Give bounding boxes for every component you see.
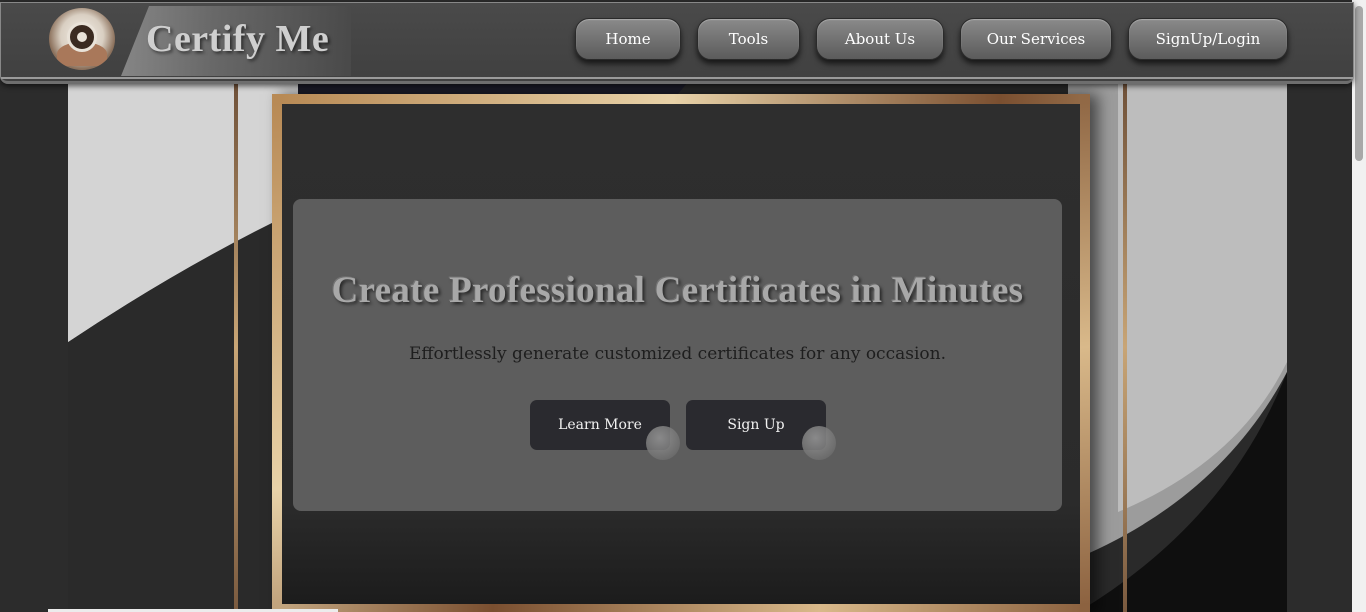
vertical-scrollbar[interactable] (1352, 0, 1366, 612)
nav-about-us-label: About Us (844, 30, 916, 48)
nav-about-us-button[interactable]: About Us (816, 18, 944, 60)
hero-panel: Create Professional Certificates in Minu… (293, 199, 1062, 511)
gold-stripe-right (1123, 82, 1127, 612)
certificate-seal-logo-icon (49, 8, 115, 70)
logo[interactable] (49, 8, 117, 72)
nav-our-services-button[interactable]: Our Services (960, 18, 1112, 60)
nav-home-label: Home (605, 30, 651, 48)
scrollbar-thumb[interactable] (1355, 6, 1363, 161)
navbar: Certify Me Home Tools About Us Our Servi… (0, 2, 1354, 84)
nav-our-services-label: Our Services (986, 30, 1086, 48)
sign-up-label: Sign Up (727, 417, 785, 433)
nav-home-button[interactable]: Home (575, 18, 681, 60)
nav-tools-label: Tools (728, 30, 769, 48)
bubble-decoration (646, 426, 680, 460)
nav-signup-login-label: SignUp/Login (1155, 30, 1261, 48)
gold-stripe-left (234, 82, 238, 612)
bubble-decoration (802, 426, 836, 460)
nav-signup-login-button[interactable]: SignUp/Login (1128, 18, 1288, 60)
sign-up-button[interactable]: Sign Up (686, 400, 836, 460)
hero-subtitle: Effortlessly generate customized certifi… (408, 344, 946, 364)
nav-tools-button[interactable]: Tools (697, 18, 800, 60)
page: Create Professional Certificates in Minu… (0, 0, 1366, 612)
hero-section: Create Professional Certificates in Minu… (68, 82, 1287, 612)
learn-more-button[interactable]: Learn More (530, 400, 680, 460)
learn-more-label: Learn More (558, 417, 642, 433)
hero-title: Create Professional Certificates in Minu… (331, 270, 1024, 311)
brand-name[interactable]: Certify Me (146, 17, 329, 61)
